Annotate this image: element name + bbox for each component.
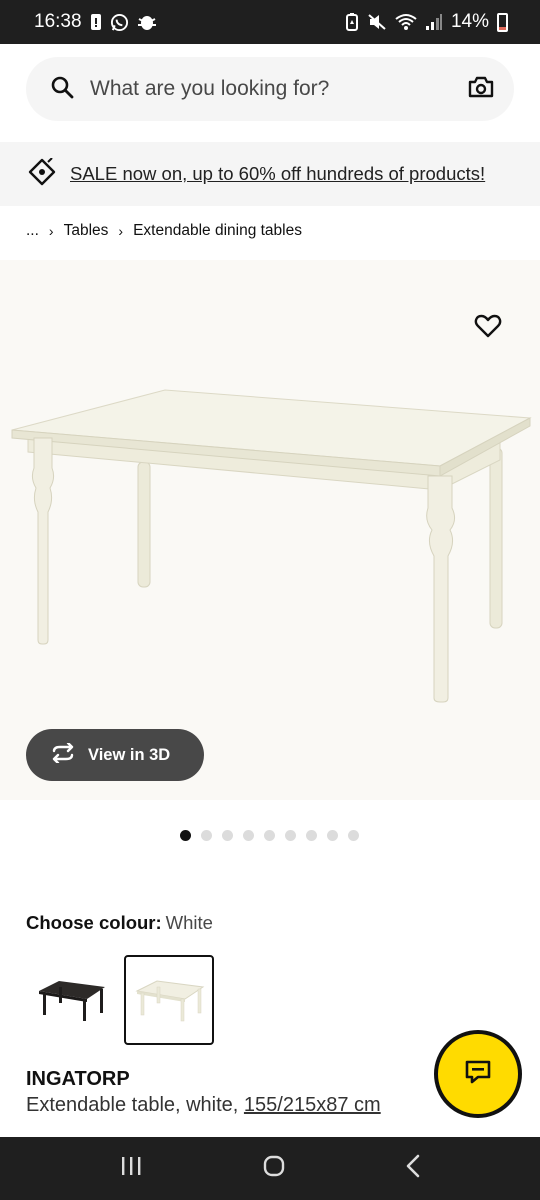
carousel-dot[interactable]: [327, 830, 338, 841]
carousel-dot[interactable]: [264, 830, 275, 841]
home-icon[interactable]: [262, 1154, 286, 1183]
product-image-carousel[interactable]: View in 3D: [0, 260, 540, 800]
chevron-right-icon: ›: [48, 223, 54, 239]
carousel-dot-active[interactable]: [180, 830, 191, 841]
status-right: 14%: [345, 11, 508, 33]
camera-icon[interactable]: [468, 75, 494, 104]
search-section: What are you looking for?: [0, 44, 540, 142]
recents-icon[interactable]: [119, 1155, 143, 1182]
colour-label: Choose colour: White: [26, 912, 213, 934]
carousel-dot[interactable]: [243, 830, 254, 841]
rotate-icon: [50, 741, 76, 768]
sale-banner-link[interactable]: SALE now on, up to 60% off hundreds of p…: [70, 163, 485, 185]
breadcrumb-item-ellipsis[interactable]: ...: [26, 222, 39, 240]
chat-icon: [464, 1058, 492, 1091]
white-table-swatch[interactable]: [124, 955, 214, 1045]
search-placeholder: What are you looking for?: [90, 77, 330, 100]
breadcrumb-item-extendable-dining-tables[interactable]: Extendable dining tables: [133, 222, 302, 240]
carousel-dot[interactable]: [348, 830, 359, 841]
status-left: 16:38: [34, 11, 157, 33]
status-time: 16:38: [34, 11, 82, 32]
lock-notification-icon: [90, 13, 102, 31]
view-in-3d-button[interactable]: View in 3D: [26, 729, 204, 781]
back-icon[interactable]: [405, 1154, 421, 1183]
breadcrumb: ... › Tables › Extendable dining tables: [26, 222, 302, 240]
breadcrumb-item-tables[interactable]: Tables: [64, 222, 109, 240]
mute-icon: [367, 13, 387, 31]
carousel-dot[interactable]: [222, 830, 233, 841]
search-icon: [50, 75, 74, 104]
product-name: INGATORP: [26, 1068, 130, 1090]
product-image-white-table: [11, 389, 532, 703]
heart-icon[interactable]: [474, 312, 502, 340]
carousel-dot[interactable]: [201, 830, 212, 841]
bug-icon: [137, 13, 157, 31]
chevron-right-icon: ›: [118, 223, 124, 239]
carousel-indicator: [180, 830, 359, 841]
search-input[interactable]: What are you looking for?: [26, 57, 514, 121]
colour-label-value: White: [165, 912, 213, 933]
status-bar: 16:38 14%: [0, 0, 540, 44]
product-description: Extendable table, white, 155/215x87 cm: [26, 1094, 381, 1117]
price-tag-icon: [28, 156, 56, 191]
wifi-icon: [395, 13, 417, 31]
sale-banner[interactable]: SALE now on, up to 60% off hundreds of p…: [0, 142, 540, 206]
colour-label-title: Choose colour:: [26, 912, 162, 933]
black-table-swatch[interactable]: [26, 955, 116, 1045]
battery-icon: [497, 12, 508, 32]
battery-saver-icon: [345, 13, 359, 31]
battery-percent: 14%: [450, 11, 489, 32]
whatsapp-icon: [110, 13, 129, 32]
chat-button[interactable]: [434, 1030, 522, 1118]
signal-icon: [425, 13, 443, 31]
carousel-dot[interactable]: [285, 830, 296, 841]
carousel-dot[interactable]: [306, 830, 317, 841]
system-nav-bar: [0, 1137, 540, 1200]
product-dimensions-link[interactable]: 155/215x87 cm: [244, 1094, 381, 1116]
view-in-3d-label: View in 3D: [88, 745, 171, 764]
product-description-text: Extendable table, white,: [26, 1094, 244, 1116]
